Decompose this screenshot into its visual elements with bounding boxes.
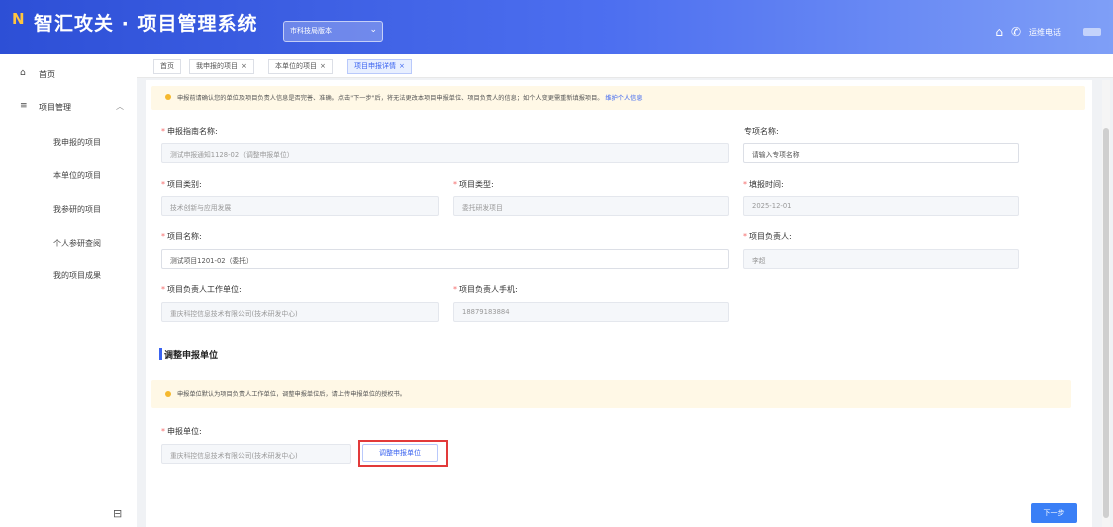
unit-notice-text: 申报单位默认为项目负责人工作单位，调整申报单位后，请上传申报单位的授权书。 [177,391,406,398]
special-name-label: 专项名称: [744,127,779,136]
hotline-label[interactable]: 运维电话 [1029,27,1061,38]
warning-icon [165,391,171,397]
version-select-value: 市科技局版本 [290,27,332,35]
sidebar-item-my-declared[interactable]: 我申报的项目 [0,133,137,153]
section-marker [159,348,162,360]
project-leader-field[interactable]: 李超 [743,249,1019,269]
tab-unit-projects[interactable]: 本单位的项目 × [268,59,333,74]
app-title: 智汇攻关 · 项目管理系统 [34,13,258,35]
leader-unit-field[interactable]: 重庆科控信息技术有限公司(技术研发中心) [161,302,439,322]
unit-notice-banner: 申报单位默认为项目负责人工作单位，调整申报单位后，请上传申报单位的授权书。 [151,380,1071,408]
project-category-select[interactable]: 技术创新与应用发展 [161,196,439,216]
section-title: 调整申报单位 [164,351,219,361]
adjust-unit-button[interactable]: 调整申报单位 [362,444,438,462]
sidebar-item-unit-projects[interactable]: 本单位的项目 [0,166,137,186]
leader-phone-field[interactable]: 18879183884 [453,302,729,322]
sidebar-item-home[interactable]: ⌂ 首页 [0,65,137,85]
tab-my-declared[interactable]: 我申报的项目 × [189,59,254,74]
close-icon[interactable]: × [399,62,405,70]
fill-date-field[interactable]: 2025-12-01 [743,196,1019,216]
sidebar-item-label: 项目管理 [39,103,71,112]
tab-bar: 首页 我申报的项目 × 本单位的项目 × 项目申报详情 × [137,54,1113,78]
project-category-label: * 项目类别: [161,180,202,189]
app-header: N 智汇攻关 · 项目管理系统 市科技局版本 ⌄ ⌂ ✆ 运维电话 [0,0,1113,54]
close-icon[interactable]: × [320,62,326,70]
project-name-input[interactable]: 测试项目1201-02（委托） [161,249,729,269]
chevron-up-icon: ︿ [116,102,124,111]
home-icon: ⌂ [20,68,26,78]
guide-name-label: * 申报指南名称: [161,127,218,136]
sidebar-item-label: 首页 [39,70,55,79]
notice-banner: 申报前请确认您的单位及项目负责人信息是否完善、准确。点击"下一步"后，将无法更改… [151,86,1085,110]
project-type-label: * 项目类型: [453,180,494,189]
sidebar-item-personal-query[interactable]: 个人参研查阅 [0,234,137,254]
sidebar-item-participated[interactable]: 我参研的项目 [0,200,137,220]
warning-icon [165,94,171,100]
maintain-profile-link[interactable]: 维护个人信息 [605,95,642,102]
project-leader-label: * 项目负责人: [743,232,792,241]
user-menu[interactable] [1083,28,1101,36]
guide-name-field[interactable]: 测试申报通知1128-02（调整申报单位） [161,143,729,163]
collapse-icon[interactable]: ⊟ [113,507,122,520]
close-icon[interactable]: × [241,62,247,70]
sidebar-item-results[interactable]: 我的项目成果 [0,266,137,286]
project-type-select[interactable]: 委托研发项目 [453,196,729,216]
logo-icon: N [12,10,25,28]
sidebar-item-project-management[interactable]: ≡ 项目管理 ︿ [0,98,137,118]
version-select[interactable]: 市科技局版本 ⌄ [283,21,383,42]
special-name-input[interactable]: 请输入专项名称 [743,143,1019,163]
notice-text: 申报前请确认您的单位及项目负责人信息是否完善、准确。点击"下一步"后，将无法更改… [177,95,604,102]
fill-date-label: * 填报时间: [743,180,784,189]
tab-home[interactable]: 首页 [153,59,181,74]
declare-unit-label: * 申报单位: [161,427,202,436]
phone-icon[interactable]: ✆ [1011,25,1021,39]
store-icon[interactable]: ⌂ [995,25,1003,39]
scrollbar-thumb[interactable] [1103,128,1109,518]
declare-unit-field[interactable]: 重庆科控信息技术有限公司(技术研发中心) [161,444,351,464]
next-step-button[interactable]: 下一步 [1031,503,1077,523]
tab-project-detail[interactable]: 项目申报详情 × [347,59,412,74]
chevron-down-icon: ⌄ [369,25,377,35]
leader-phone-label: * 项目负责人手机: [453,285,518,294]
sidebar: ⌂ 首页 ≡ 项目管理 ︿ 我申报的项目 本单位的项目 我参研的项目 个人参研查… [0,54,137,527]
menu-icon: ≡ [20,101,28,111]
header-actions: ⌂ ✆ 运维电话 [995,22,1101,42]
leader-unit-label: * 项目负责人工作单位: [161,285,242,294]
project-name-label: * 项目名称: [161,232,202,241]
